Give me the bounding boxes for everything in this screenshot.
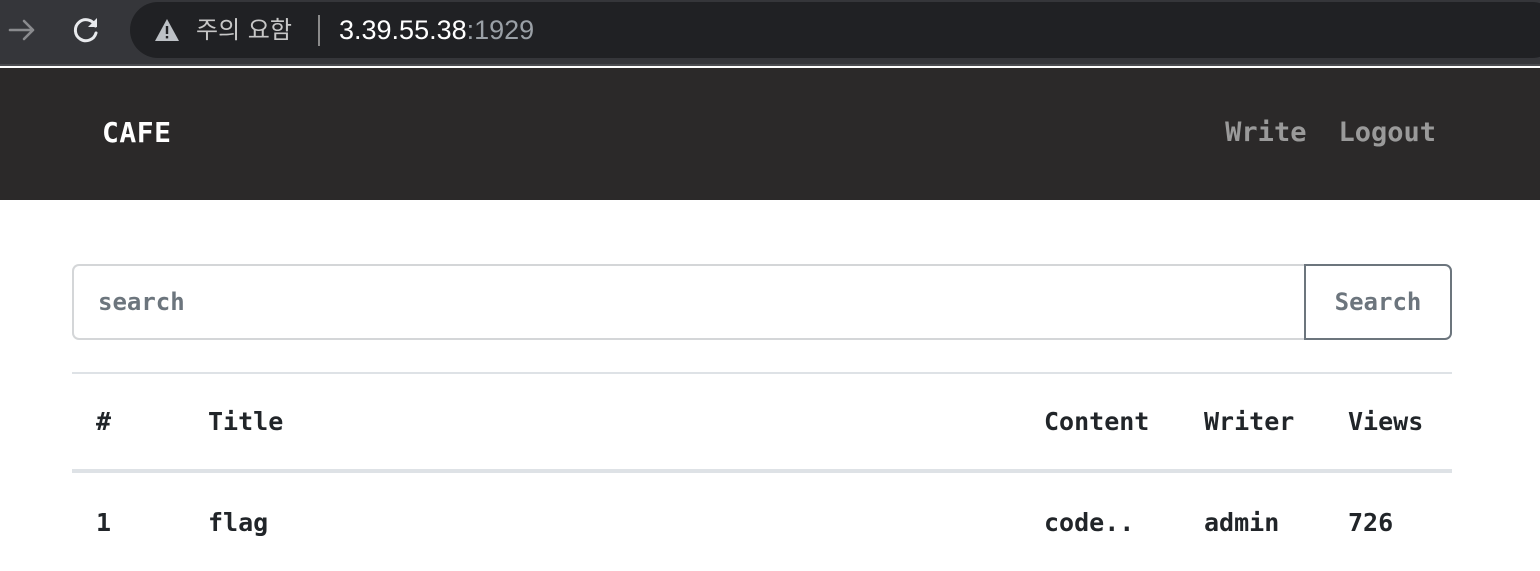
site-navbar: CAFE Write Logout	[0, 68, 1540, 200]
row-writer: admin	[1204, 507, 1280, 537]
search-form: Search	[72, 264, 1452, 340]
row-title-cell: flag	[208, 471, 1044, 571]
header-views: Views	[1348, 407, 1424, 436]
row-number: 1	[96, 507, 112, 537]
header-number: #	[96, 407, 112, 436]
reload-button[interactable]	[66, 10, 106, 50]
search-button[interactable]: Search	[1304, 264, 1452, 340]
header-writer: Writer	[1204, 407, 1295, 436]
browser-toolbar: 주의 요함 3.39.55.38:1929	[0, 0, 1540, 66]
forward-arrow-icon	[8, 19, 35, 41]
row-content: code..	[1044, 507, 1135, 537]
row-views: 726	[1348, 507, 1394, 537]
nav-write-link[interactable]: Write	[1225, 116, 1306, 150]
table-header: # Title Content Writer Views	[72, 373, 1452, 471]
table-row[interactable]: 1 flag code.. admin 726	[72, 471, 1452, 571]
table-body: 1 flag code.. admin 726	[72, 471, 1452, 571]
warning-icon[interactable]	[154, 18, 180, 42]
address-bar[interactable]: 주의 요함 3.39.55.38:1929	[130, 2, 1540, 58]
url-text[interactable]: 3.39.55.38:1929	[339, 15, 534, 45]
nav-logout-link[interactable]: Logout	[1338, 116, 1436, 150]
nav-links: Write Logout	[1225, 116, 1436, 150]
header-content: Content	[1044, 407, 1150, 436]
posts-table: # Title Content Writer Views 1 flag code…	[72, 372, 1452, 571]
url-port: :1929	[466, 15, 535, 45]
address-divider	[318, 15, 320, 46]
forward-button[interactable]	[2, 10, 42, 50]
brand-logo[interactable]: CAFE	[102, 116, 171, 150]
row-title-link[interactable]: flag	[208, 508, 268, 537]
search-input[interactable]	[72, 264, 1306, 340]
security-status-label[interactable]: 주의 요함	[196, 15, 292, 45]
header-row: # Title Content Writer Views	[72, 373, 1452, 471]
url-host: 3.39.55.38	[339, 15, 467, 45]
reload-icon	[73, 18, 98, 43]
header-title: Title	[208, 407, 284, 436]
